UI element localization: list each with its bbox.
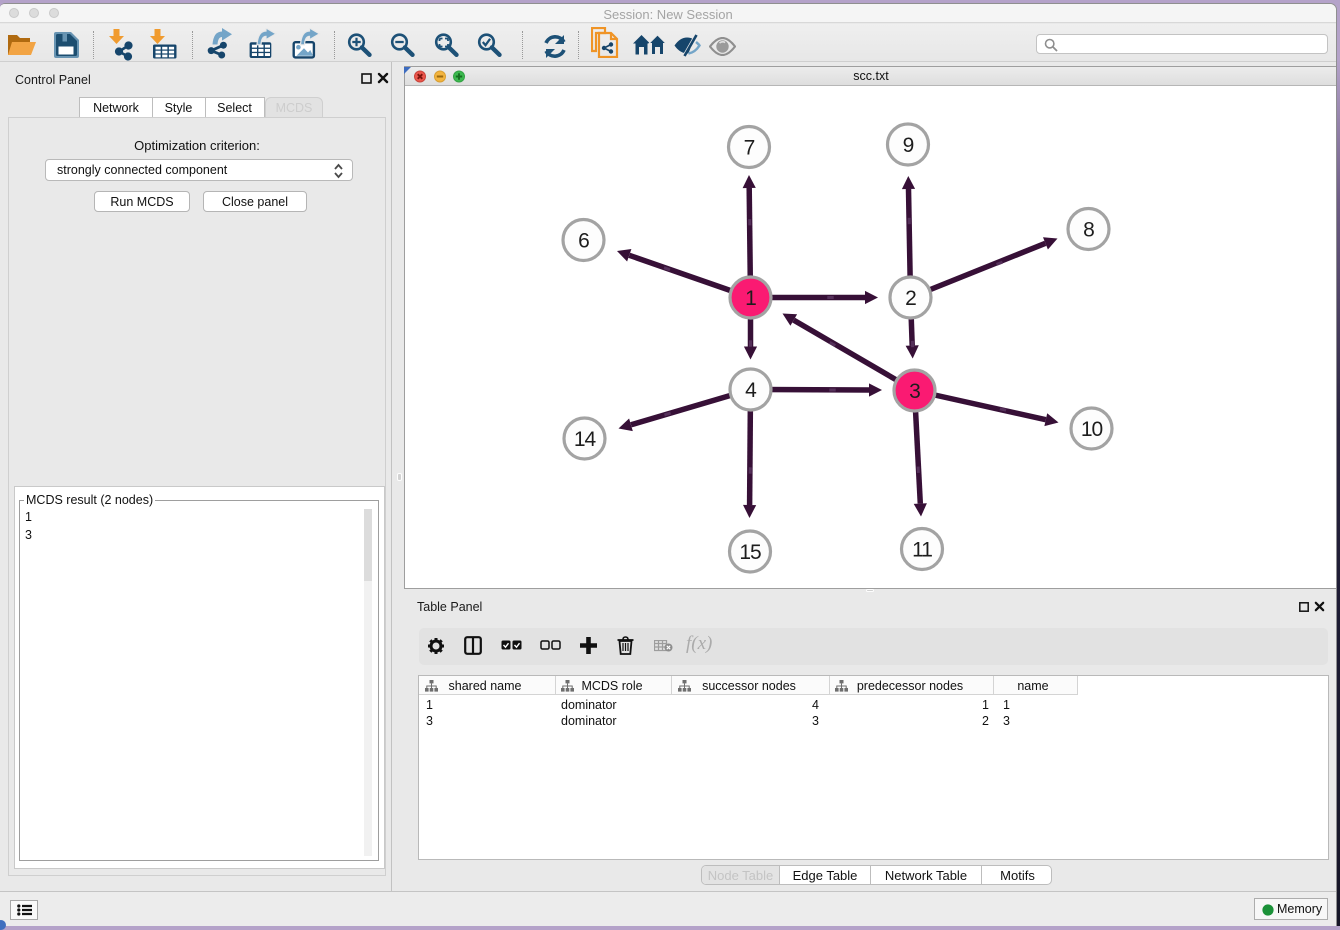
svg-text:1: 1: [745, 287, 756, 310]
svg-text:4: 4: [745, 379, 757, 402]
svg-text:9: 9: [903, 134, 914, 157]
svg-text:10: 10: [1081, 418, 1103, 441]
svg-text:8: 8: [1083, 219, 1094, 242]
svg-text:2: 2: [905, 287, 916, 310]
svg-text:11: 11: [912, 539, 932, 562]
svg-text:6: 6: [578, 230, 589, 253]
svg-text:14: 14: [574, 428, 597, 451]
svg-text:15: 15: [739, 541, 761, 564]
svg-text:7: 7: [744, 137, 755, 160]
svg-text:3: 3: [909, 380, 920, 403]
